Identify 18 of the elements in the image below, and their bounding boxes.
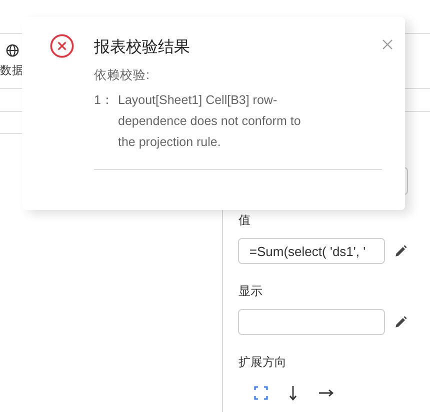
field-label: 显示: [238, 283, 264, 300]
field-label: 扩展方向: [238, 354, 288, 371]
error-icon: [50, 34, 74, 58]
input-field[interactable]: [238, 309, 386, 335]
pencil-icon[interactable]: [394, 244, 408, 258]
dialog-title: 报表校验结果: [94, 38, 191, 58]
close-icon[interactable]: [382, 39, 393, 50]
input-field[interactable]: =Sum(select( 'ds1', ': [238, 238, 386, 264]
globe-icon[interactable]: [6, 44, 18, 57]
right-arrow-icon[interactable]: [318, 388, 334, 398]
toolbar-label[interactable]: 数据: [0, 63, 24, 78]
section-label: 依赖校验:: [94, 67, 150, 84]
error-message: Layout[Sheet1] Cell[B3] row-dependence does not conform to the projection rule.: [118, 92, 302, 151]
field-label: 值: [238, 212, 252, 229]
expand-icon[interactable]: [254, 386, 268, 400]
pencil-icon[interactable]: [394, 316, 408, 328]
item-number: 1：: [94, 92, 115, 109]
down-arrow-icon[interactable]: [288, 385, 298, 401]
